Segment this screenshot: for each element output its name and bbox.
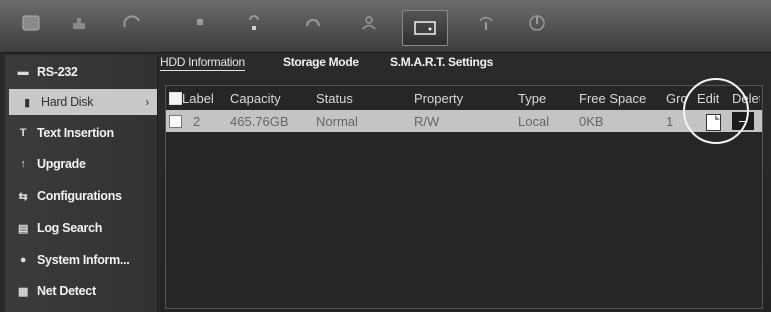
cell-property: R/W <box>414 114 440 129</box>
tab-smart-settings[interactable]: S.M.A.R.T. Settings <box>390 55 493 69</box>
row-checkbox[interactable] <box>169 115 182 128</box>
sidebar: ▬ RS-232 ▮ Hard Disk › T Text Insertion … <box>5 55 158 312</box>
hdd-table: Label Capacity Status Property Type Free… <box>165 85 763 309</box>
upgrade-icon: ↑ <box>20 158 26 170</box>
network-icon[interactable] <box>296 6 330 40</box>
highlight-circle <box>683 78 749 144</box>
main-toolbar <box>0 0 771 53</box>
sidebar-item-label: Net Detect <box>37 284 96 298</box>
port-icon: ▬ <box>17 66 29 78</box>
sidebar-item-log-search[interactable]: ▤ Log Search <box>5 215 155 241</box>
cell-type: Local <box>518 114 550 129</box>
sidebar-item-configurations[interactable]: ⇆ Configurations <box>5 183 155 209</box>
gauge-icon[interactable] <box>115 6 149 40</box>
disk-icon: ▮ <box>24 96 30 109</box>
sidebar-item-text-insertion[interactable]: T Text Insertion <box>5 120 155 146</box>
system-icon: ● <box>19 254 27 266</box>
info-icon[interactable] <box>469 6 503 40</box>
tab-hdd-information[interactable]: HDD Information <box>160 55 245 71</box>
cell-capacity: 465.76GB <box>230 114 289 129</box>
cell-group: 1 <box>666 114 674 129</box>
cell-label: 2 <box>193 114 201 129</box>
col-property: Property <box>414 91 464 106</box>
storage-icon[interactable] <box>402 10 448 46</box>
cell-status: Normal <box>316 114 358 129</box>
sidebar-item-label: System Inform... <box>37 253 130 267</box>
col-free-space: Free Space <box>579 91 647 106</box>
main-panel: HDD Information Storage Mode S.M.A.R.T. … <box>160 55 771 312</box>
sidebar-item-label: Configurations <box>37 189 122 203</box>
sidebar-item-hard-disk[interactable]: ▮ Hard Disk › <box>9 89 157 115</box>
text-icon: T <box>19 127 27 139</box>
display-icon[interactable] <box>14 6 48 40</box>
select-all-checkbox[interactable] <box>169 92 182 105</box>
chevron-right-icon: › <box>145 95 149 109</box>
table-header: Label Capacity Status Property Type Free… <box>166 86 762 110</box>
sidebar-item-rs232[interactable]: ▬ RS-232 <box>5 59 155 85</box>
sidebar-item-label: Text Insertion <box>37 126 114 140</box>
sidebar-item-label: RS-232 <box>37 65 78 79</box>
alarm-icon[interactable] <box>237 6 271 40</box>
sidebar-item-net-detect[interactable]: ▦ Net Detect <box>5 278 155 304</box>
table-row[interactable]: 2 465.76GB Normal R/W Local 0KB 1 – <box>166 110 762 132</box>
col-status: Status <box>316 91 353 106</box>
sidebar-item-label: Log Search <box>37 221 103 235</box>
config-icon: ⇆ <box>18 190 28 203</box>
tab-storage-mode[interactable]: Storage Mode <box>283 55 359 69</box>
cell-free-space: 0KB <box>579 114 604 129</box>
user-icon[interactable] <box>352 6 386 40</box>
camera-icon[interactable] <box>62 6 96 40</box>
col-capacity: Capacity <box>230 91 281 106</box>
log-icon: ▤ <box>17 222 29 235</box>
col-type: Type <box>518 91 547 106</box>
record-icon[interactable] <box>183 6 217 40</box>
sidebar-item-system-information[interactable]: ● System Inform... <box>5 247 155 273</box>
sidebar-item-label: Hard Disk <box>41 95 94 109</box>
net-icon: ▦ <box>17 285 29 298</box>
col-label: Label <box>182 91 214 106</box>
sidebar-item-label: Upgrade <box>37 157 86 171</box>
sidebar-item-upgrade[interactable]: ↑ Upgrade <box>5 151 155 177</box>
shutdown-icon[interactable] <box>520 6 554 40</box>
